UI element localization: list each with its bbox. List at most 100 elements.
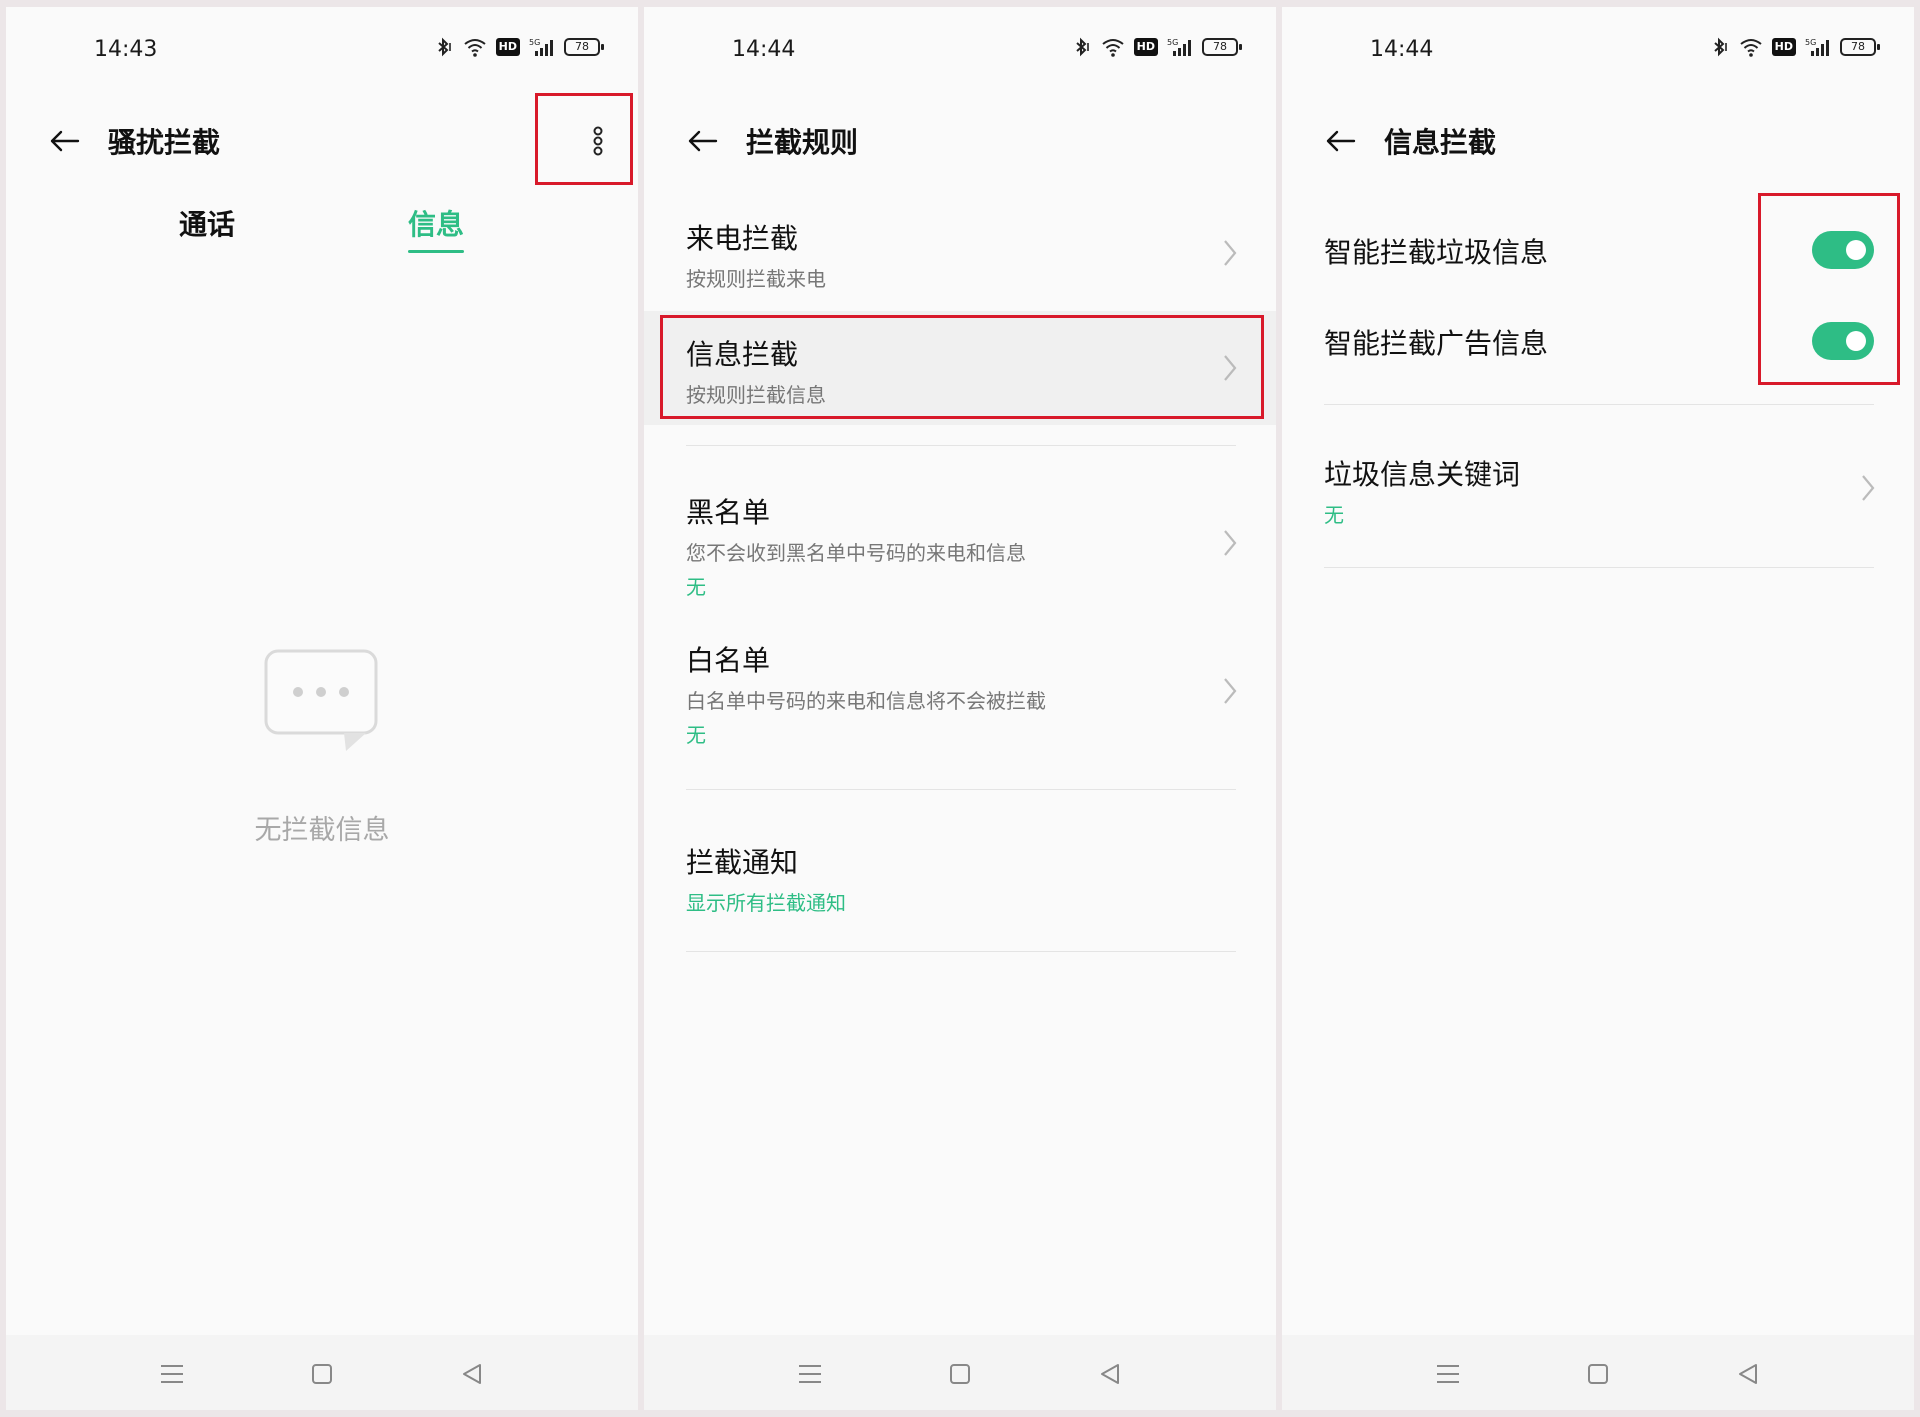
spam-filter-toggle[interactable] xyxy=(1812,231,1874,269)
switch-row-ads: 智能拦截广告信息 xyxy=(1282,302,1914,382)
row-value: 无 xyxy=(686,575,706,599)
menu-icon xyxy=(1437,1365,1459,1383)
menu-icon xyxy=(799,1365,821,1383)
chevron-right-icon xyxy=(1224,355,1237,381)
more-vertical-icon xyxy=(593,126,603,156)
row-title: 白名单 xyxy=(686,644,771,677)
hd-badge: HD xyxy=(1771,38,1796,56)
nav-back-button[interactable] xyxy=(457,1359,487,1389)
row-subtitle: 您不会收到黑名单中号码的来电和信息 xyxy=(686,541,1026,565)
triangle-left-icon xyxy=(1101,1364,1119,1384)
divider xyxy=(686,951,1236,952)
signal-5g-icon: 5G xyxy=(1805,38,1829,56)
battery-icon: 78 xyxy=(1840,38,1880,56)
chevron-right-icon xyxy=(1224,240,1237,266)
row-title: 拦截通知 xyxy=(686,846,799,879)
status-bar: 14:44 HD 5G 78 xyxy=(1282,7,1914,91)
list-item-message-block[interactable]: 信息拦截 按规则拦截信息 xyxy=(644,311,1276,425)
nav-home-button[interactable] xyxy=(307,1359,337,1389)
wifi-icon xyxy=(464,39,486,57)
status-icons: HD 5G 78 xyxy=(1072,37,1242,57)
nav-home-button[interactable] xyxy=(1583,1359,1613,1389)
nav-home-button[interactable] xyxy=(945,1359,975,1389)
tab-messages[interactable]: 信息 xyxy=(408,203,464,243)
status-time: 14:43 xyxy=(94,37,158,62)
screen-block-rules: 14:44 HD 5G 78 拦截规则 来电拦截 按规则拦截来电 信息拦截 按规… xyxy=(644,7,1276,1410)
arrow-left-icon xyxy=(50,130,80,152)
menu-icon xyxy=(161,1365,183,1383)
nav-back-button[interactable] xyxy=(1095,1359,1125,1389)
list-item-blacklist[interactable]: 黑名单 您不会收到黑名单中号码的来电和信息 无 xyxy=(644,475,1276,615)
nav-recents-button[interactable] xyxy=(1433,1359,1463,1389)
row-title: 来电拦截 xyxy=(686,222,799,255)
row-value: 无 xyxy=(1324,503,1344,527)
navigation-bar xyxy=(6,1335,638,1410)
screen-harassment-block: 14:43 HD 5G 78 骚扰拦截 通话 信息 无拦截信息 xyxy=(6,7,638,1410)
row-title: 信息拦截 xyxy=(686,338,799,371)
page-title: 骚扰拦截 xyxy=(108,126,221,159)
toggle-knob xyxy=(1846,331,1866,351)
switch-label: 智能拦截广告信息 xyxy=(1324,327,1549,360)
more-options-button[interactable] xyxy=(578,121,618,161)
wifi-icon xyxy=(1102,39,1124,57)
row-value: 显示所有拦截通知 xyxy=(686,891,846,915)
tab-calls[interactable]: 通话 xyxy=(179,203,235,243)
back-button[interactable] xyxy=(40,117,88,165)
wifi-icon xyxy=(1740,39,1762,57)
chevron-right-icon xyxy=(1224,530,1237,556)
chevron-right-icon xyxy=(1862,475,1875,501)
svg-text:5G: 5G xyxy=(529,38,540,47)
header: 拦截规则 xyxy=(644,99,1276,183)
page-title: 拦截规则 xyxy=(746,126,859,159)
row-subtitle: 白名单中号码的来电和信息将不会被拦截 xyxy=(686,689,1046,713)
nav-recents-button[interactable] xyxy=(795,1359,825,1389)
arrow-left-icon xyxy=(1326,130,1356,152)
list-item-whitelist[interactable]: 白名单 白名单中号码的来电和信息将不会被拦截 无 xyxy=(644,623,1276,763)
divider xyxy=(686,445,1236,446)
list-item-block-notification[interactable]: 拦截通知 显示所有拦截通知 xyxy=(644,819,1276,939)
status-icons: HD 5G 78 xyxy=(1710,37,1880,57)
status-bar: 14:44 HD 5G 78 xyxy=(644,7,1276,91)
back-button[interactable] xyxy=(678,117,726,165)
row-title: 垃圾信息关键词 xyxy=(1324,458,1521,491)
screen-message-block: 14:44 HD 5G 78 信息拦截 智能拦截垃圾信息 智能拦截广告信息 垃圾… xyxy=(1282,7,1914,1410)
collage: 14:43 HD 5G 78 骚扰拦截 通话 信息 无拦截信息 14:44 HD… xyxy=(0,0,1920,1417)
switch-row-spam: 智能拦截垃圾信息 xyxy=(1282,211,1914,291)
square-icon xyxy=(1588,1364,1608,1384)
svg-text:5G: 5G xyxy=(1805,38,1816,47)
status-time: 14:44 xyxy=(1370,37,1434,62)
status-bar: 14:43 HD 5G 78 xyxy=(6,7,638,91)
divider xyxy=(686,789,1236,790)
ad-filter-toggle[interactable] xyxy=(1812,322,1874,360)
nav-back-button[interactable] xyxy=(1733,1359,1763,1389)
row-value: 无 xyxy=(686,723,706,747)
nav-recents-button[interactable] xyxy=(157,1359,187,1389)
status-time: 14:44 xyxy=(732,37,796,62)
list-item-call-block[interactable]: 来电拦截 按规则拦截来电 xyxy=(644,197,1276,307)
bluetooth-icon xyxy=(1713,37,1727,57)
battery-icon: 78 xyxy=(564,38,604,56)
back-button[interactable] xyxy=(1316,117,1364,165)
chat-bubble-icon xyxy=(264,649,378,751)
triangle-left-icon xyxy=(1739,1364,1757,1384)
hd-badge: HD xyxy=(495,38,520,56)
header: 信息拦截 xyxy=(1282,99,1914,183)
signal-5g-icon: 5G xyxy=(1167,38,1191,56)
divider xyxy=(1324,404,1874,405)
empty-state-text: 无拦截信息 xyxy=(254,815,390,846)
toggle-knob xyxy=(1846,240,1866,260)
svg-text:5G: 5G xyxy=(1167,38,1178,47)
status-icons: HD 5G 78 xyxy=(434,37,604,57)
arrow-left-icon xyxy=(688,130,718,152)
list-item-spam-keywords[interactable]: 垃圾信息关键词 无 xyxy=(1282,437,1914,557)
bluetooth-icon xyxy=(437,37,451,57)
navigation-bar xyxy=(1282,1335,1914,1410)
header: 骚扰拦截 xyxy=(6,99,638,183)
row-subtitle: 按规则拦截信息 xyxy=(686,383,826,407)
row-subtitle: 按规则拦截来电 xyxy=(686,267,826,291)
divider xyxy=(1324,567,1874,568)
tab-underline xyxy=(408,250,464,253)
switch-label: 智能拦截垃圾信息 xyxy=(1324,236,1549,269)
battery-icon: 78 xyxy=(1202,38,1242,56)
square-icon xyxy=(312,1364,332,1384)
